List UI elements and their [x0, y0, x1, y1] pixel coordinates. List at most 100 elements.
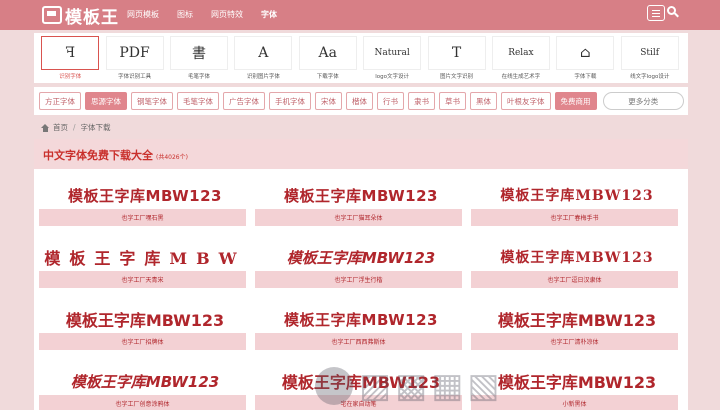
featured-thumbnail: Stilf: [620, 36, 679, 70]
category-tab[interactable]: 草书: [439, 92, 466, 110]
nav-item-icons[interactable]: 图标: [177, 9, 193, 20]
category-tab[interactable]: 隶书: [408, 92, 435, 110]
font-card[interactable]: 模板王字库MBW123 也字工厂清朴凉体: [469, 300, 685, 362]
section-header: 中文字体免费下载大全 (共4026个): [34, 139, 688, 169]
featured-item[interactable]: Natural logo文字设计: [360, 36, 424, 80]
featured-label: 图片文字识别: [440, 74, 474, 80]
font-card[interactable]: 模板王字库MBW123 小新黑体: [469, 362, 685, 410]
menu-button[interactable]: [647, 5, 665, 21]
font-sample-preview[interactable]: 模板王字库MBW123: [469, 242, 685, 272]
category-tab[interactable]: 楷体: [346, 92, 373, 110]
font-card[interactable]: 模板王字库MBW123 宅在家自动笔: [253, 362, 469, 410]
category-tab[interactable]: 宋体: [315, 92, 342, 110]
font-sample-preview[interactable]: 模板王字库MBW123: [253, 304, 469, 334]
font-card[interactable]: 模板王字库MBW123 也字工厂浮生行楷: [253, 238, 469, 300]
font-sample-preview[interactable]: 模板王字库MBW123: [253, 242, 469, 272]
category-tab[interactable]: 钢笔字体: [131, 92, 173, 110]
featured-item[interactable]: T 图片文字识别: [424, 36, 488, 80]
font-card[interactable]: 模板王字库MBW123 也字工厂招牌体: [37, 300, 253, 362]
font-sample-preview[interactable]: 模板王字库MBW123: [469, 366, 685, 396]
font-sample-preview[interactable]: 模板王字库MBW123: [253, 366, 469, 396]
category-tab[interactable]: 叶根友字体: [501, 92, 551, 110]
font-sample-preview[interactable]: 模板王字库MBW123: [469, 180, 685, 210]
font-sample-preview[interactable]: 模板王字库MBW123: [37, 304, 253, 334]
featured-item[interactable]: Stilf 线文字logo设计: [618, 36, 682, 80]
font-card[interactable]: 模板王字库MBW123 也字工厂西西弗斯体: [253, 300, 469, 362]
featured-label: 字体下载: [574, 74, 597, 80]
featured-thumbnail: 書: [169, 36, 228, 70]
featured-item[interactable]: PDF 字体识别工具: [102, 36, 166, 80]
category-tab[interactable]: 手机字体: [269, 92, 311, 110]
font-sample-preview[interactable]: 模板王字库MBW: [37, 242, 253, 272]
logo-icon: [42, 6, 62, 24]
font-card[interactable]: 模板王字库MBW123 也字工厂春梅手书: [469, 176, 685, 238]
featured-thumbnail: ⌂: [556, 36, 615, 70]
breadcrumb-home[interactable]: 首页: [53, 122, 68, 133]
featured-label: 线文字logo设计: [630, 74, 670, 80]
search-icon[interactable]: [667, 6, 679, 18]
main-nav: 网页模板 图标 网页特效 字体: [127, 9, 295, 20]
font-name-label[interactable]: 也字工厂西西弗斯体: [255, 333, 462, 350]
font-name-label[interactable]: 宅在家自动笔: [255, 395, 462, 410]
font-card[interactable]: 模板王字库MBW123 也字工厂嘿石黑: [37, 176, 253, 238]
featured-item[interactable]: Aa 下载字体: [296, 36, 360, 80]
site-logo[interactable]: 模板王: [42, 4, 119, 28]
featured-item[interactable]: 書毛笔字体: [167, 36, 231, 80]
featured-thumbnail: ꟻ: [41, 36, 100, 70]
category-tab[interactable]: 毛笔字体: [177, 92, 219, 110]
featured-item[interactable]: A 识别图片字体: [231, 36, 295, 80]
featured-label: 毛笔字体: [187, 74, 210, 80]
font-name-label[interactable]: 也字工厂猫耳朵体: [255, 209, 462, 226]
featured-label: 字体识别工具: [118, 74, 152, 80]
breadcrumb-current: 字体下载: [80, 123, 111, 132]
featured-item[interactable]: Relax 在线生成艺术字: [489, 36, 553, 80]
font-card[interactable]: 模板王字库MBW123 也字工厂逗日汉隶体: [469, 238, 685, 300]
font-sample-preview[interactable]: 模板王字库MBW123: [37, 366, 253, 396]
category-bar: 方正字体 思源字体 钢笔字体 毛笔字体 广告字体 手机字体 宋体 楷体 行书 隶书 草书 黑体 叶根友字…: [34, 87, 688, 115]
featured-label: 识别图片字体: [246, 74, 280, 80]
featured-strip: ꟻ 识别字体 PDF 字体识别工具書毛笔字体 A 识别图片字体 Aa 下载字体 Natural l…: [34, 33, 688, 83]
top-nav-bar: 模板王 网页模板 图标 网页特效 字体: [0, 0, 720, 30]
category-tab[interactable]: 黑体: [470, 92, 497, 110]
font-name-label[interactable]: 也字工厂浮生行楷: [255, 271, 462, 288]
font-card[interactable]: 模板王字库MBW123 也字工厂猫耳朵体: [253, 176, 469, 238]
featured-thumbnail: PDF: [105, 36, 164, 70]
font-name-label[interactable]: 也字工厂招牌体: [39, 333, 246, 350]
font-sample-preview[interactable]: 模板王字库MBW123: [469, 304, 685, 334]
font-list-panel: 中文字体免费下载大全 (共4026个) 模板王字库MBW123 也字工厂嘿石黑 模板…: [34, 139, 688, 410]
font-grid: 模板王字库MBW123 也字工厂嘿石黑 模板王字库MBW123 也字工厂猫耳朵体 模板王…: [37, 176, 685, 410]
nav-item-fonts[interactable]: 字体: [261, 9, 277, 20]
home-icon: [41, 123, 50, 132]
featured-thumbnail: Relax: [491, 36, 550, 70]
font-sample-preview[interactable]: 模板王字库MBW123: [253, 180, 469, 210]
category-tab[interactable]: 方正字体: [39, 92, 81, 110]
font-name-label[interactable]: 也字工厂清朴凉体: [471, 333, 678, 350]
category-tab[interactable]: 广告字体: [223, 92, 265, 110]
category-tab[interactable]: 行书: [377, 92, 404, 110]
font-name-label[interactable]: 也字工厂逗日汉隶体: [471, 271, 678, 288]
category-tab[interactable]: 免费商用: [554, 92, 597, 110]
font-name-label[interactable]: 也字工厂天青宋: [39, 271, 246, 288]
font-sample-preview[interactable]: 模板王字库MBW123: [37, 180, 253, 210]
font-name-label[interactable]: 也字工厂春梅手书: [471, 209, 678, 226]
breadcrumb: 首页 / 字体下载: [41, 122, 111, 133]
nav-item-web-effects[interactable]: 网页特效: [211, 9, 243, 20]
featured-thumbnail: Natural: [363, 36, 422, 70]
category-tab[interactable]: 思源字体: [85, 92, 127, 110]
font-card[interactable]: 模板王字库MBW123 也字工厂创意涂鸦体: [37, 362, 253, 410]
featured-item[interactable]: ꟻ 识别字体: [38, 36, 102, 80]
featured-thumbnail: Aa: [298, 36, 357, 70]
featured-thumbnail: A: [234, 36, 293, 70]
font-name-label[interactable]: 也字工厂嘿石黑: [39, 209, 246, 226]
featured-label: 在线生成艺术字: [501, 74, 541, 80]
font-card[interactable]: 模板王字库MBW 也字工厂天青宋: [37, 238, 253, 300]
font-name-label[interactable]: 也字工厂创意涂鸦体: [39, 395, 246, 410]
nav-item-web-templates[interactable]: 网页模板: [127, 9, 159, 20]
featured-item[interactable]: ⌂ 字体下载: [553, 36, 617, 80]
featured-label: 下载字体: [316, 74, 339, 80]
font-name-label[interactable]: 小新黑体: [471, 395, 678, 410]
category-tab[interactable]: 更多分类: [602, 92, 684, 110]
section-count: (共4026个): [156, 154, 188, 161]
featured-label: logo文字设计: [375, 74, 410, 80]
section-title: 中文字体免费下载大全: [43, 149, 153, 162]
